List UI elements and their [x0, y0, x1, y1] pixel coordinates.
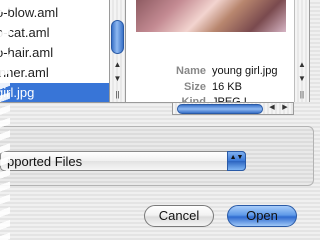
scroll-thumb[interactable]	[111, 20, 124, 54]
preview-pane: Name young girl.jpg Size 16 KB Kind JPEG…	[126, 0, 294, 103]
scroll-right-icon[interactable]: ▶	[279, 102, 291, 114]
preview-thumbnail	[136, 0, 286, 32]
file-column-list[interactable]: o-blow.aml o-cat.aml o-hair.aml inner.am…	[0, 0, 110, 103]
name-label: Name	[176, 65, 206, 77]
scroll-left-icon[interactable]: ◀	[266, 102, 278, 114]
preview-scrollbar[interactable]: ▲ ▼ ||	[294, 0, 310, 102]
column-resize-grip-icon[interactable]: ||	[110, 88, 125, 101]
column-resize-grip-icon[interactable]: ||	[295, 88, 309, 101]
list-item[interactable]: o-blow.aml	[0, 3, 109, 22]
size-label: Size	[183, 81, 206, 93]
list-item[interactable]: o-cat.aml	[0, 23, 109, 42]
popup-arrows-icon[interactable]: ▲▼	[227, 151, 246, 171]
scroll-up-icon[interactable]: ▲	[110, 58, 125, 71]
file-column-scrollbar[interactable]: ▲ ▼ ||	[110, 0, 126, 103]
horizontal-scroll-thumb[interactable]	[177, 104, 263, 114]
list-item[interactable]: inner.aml	[0, 63, 109, 82]
cancel-button[interactable]: Cancel	[144, 205, 214, 227]
file-type-popup[interactable]: pported Files ▲▼	[0, 151, 246, 171]
scroll-down-icon[interactable]: ▼	[295, 72, 309, 85]
scroll-down-icon[interactable]: ▼	[110, 72, 125, 85]
file-type-selected: pported Files	[7, 154, 83, 169]
list-item-selected[interactable]: girl.jpg	[0, 83, 109, 102]
open-button[interactable]: Open	[227, 205, 297, 227]
list-item[interactable]: o-hair.aml	[0, 43, 109, 62]
name-value: young girl.jpg	[212, 65, 278, 77]
horizontal-scrollbar[interactable]: ◀ ▶	[172, 102, 294, 115]
size-value: 16 KB	[212, 81, 242, 93]
scroll-up-icon[interactable]: ▲	[295, 58, 309, 71]
